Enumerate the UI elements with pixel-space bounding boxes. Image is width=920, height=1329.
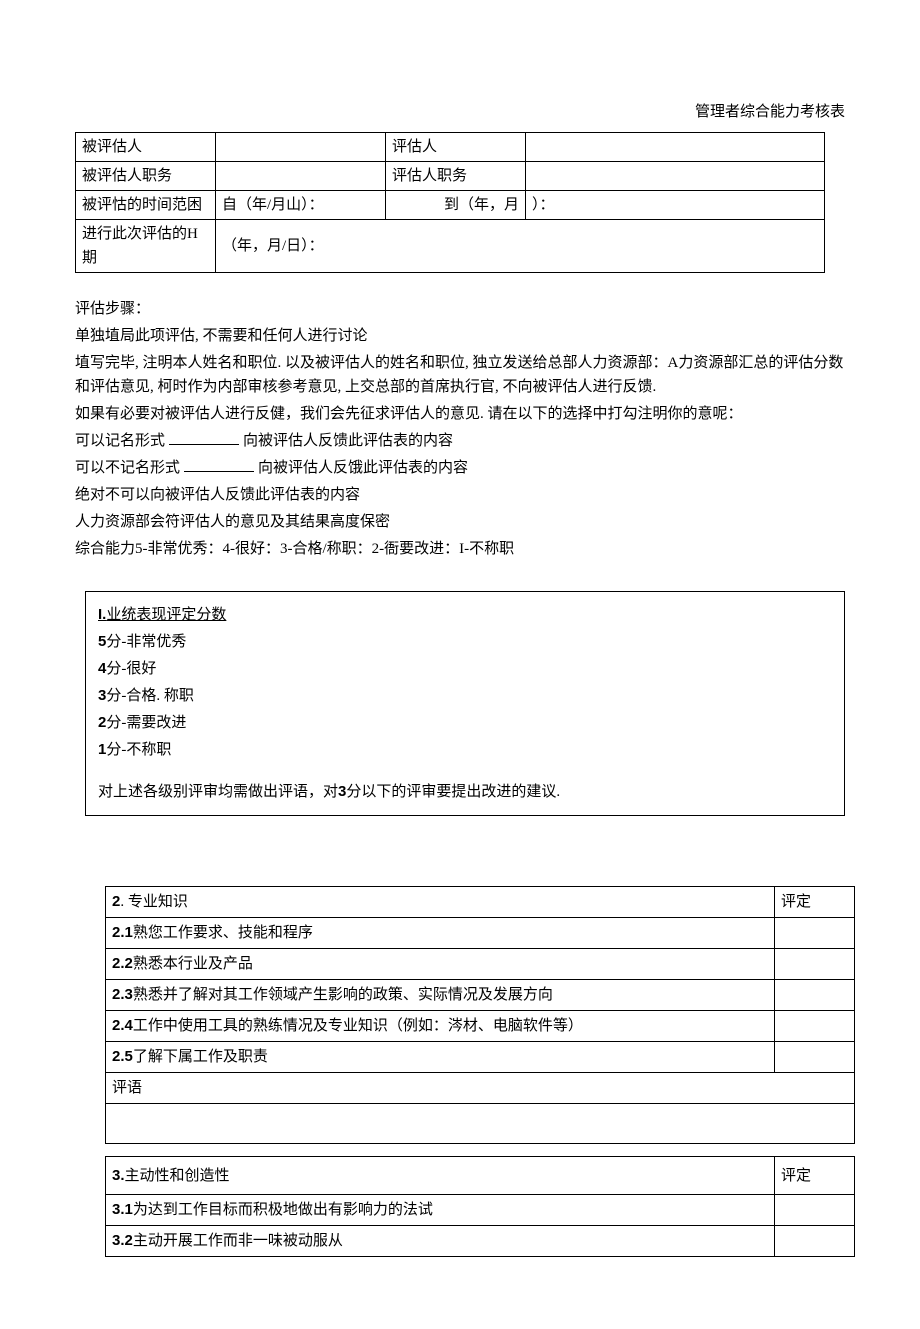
step-text: 可以不记名形式 <box>75 460 180 476</box>
step-line: 如果有必要对被评估人进行反健，我们会先征求评估人的意见. 请在以下的选择中打勾注… <box>75 402 845 426</box>
eval-row: 2.3熟悉并了解对其工作领域产生影响的政策、实际情况及发展方向 <box>106 980 775 1011</box>
step-line: 埴写完毕, 注明本人姓名和职位. 以及被评估人的姓名和职位, 独立发送给总部人力… <box>75 351 845 399</box>
eval-row: 2.1熟您工作要求、技能和程序 <box>106 918 775 949</box>
eval-header-rating: 评定 <box>775 1157 855 1195</box>
eval-header-title: . 专业知识 <box>120 894 188 910</box>
eval-header-no: 3. <box>112 1167 125 1184</box>
eval-header-title: 主动性和创造性 <box>125 1168 230 1184</box>
eval-rating-cell <box>775 918 855 949</box>
eval-row-text: 工作中使用工具的熟练情况及专业知识（例如：涔材、电脑软件等） <box>133 1018 583 1034</box>
blank-line <box>169 444 239 445</box>
eval-table-2: 2. 专业知识 评定 2.1熟您工作要求、技能和程序 2.2熟悉本行业及产品 2… <box>105 886 855 1144</box>
eval-row-no: 2.4 <box>112 1017 133 1034</box>
eval-row-no: 2.2 <box>112 955 133 972</box>
section-1-note: 分以下的评审要提出改进的建议. <box>346 784 560 800</box>
score-text: 分-非常优秀 <box>106 634 186 650</box>
eval-row-text: 熟您工作要求、技能和程序 <box>133 925 313 941</box>
eval-row-no: 2.1 <box>112 924 133 941</box>
eval-rating-cell <box>775 980 855 1011</box>
eval-comment-cell <box>106 1104 855 1144</box>
step-line: 单独埴局此项评估, 不需要和任何人进行讨论 <box>75 324 845 348</box>
eval-row: 3.2主动开展工作而非一味被动服从 <box>106 1226 775 1257</box>
eval-header: 2. 专业知识 <box>106 887 775 918</box>
info-label: 被评怙的时间范困 <box>76 191 216 220</box>
info-value <box>526 133 825 162</box>
info-value <box>526 162 825 191</box>
info-value: ）： <box>526 191 825 220</box>
score-text: 分-很好 <box>106 661 156 677</box>
section-1-box: I.业统表现评定分数 5分-非常优秀 4分-很好 3分-合格. 称职 2分-需要… <box>85 591 845 816</box>
score-text: 分-需要改进 <box>106 715 186 731</box>
step-line: 可以记名形式 向被评估人反馈此评估表的内容 <box>75 429 845 453</box>
eval-header-rating: 评定 <box>775 887 855 918</box>
steps-title: 评估步骤： <box>75 297 845 321</box>
step-text: 可以记名形式 <box>75 433 165 449</box>
info-value <box>216 133 386 162</box>
step-line: 人力资源部会符评估人的意见及其结果高度保密 <box>75 510 845 534</box>
section-1-title: 业统表现评定分数 <box>106 607 226 623</box>
step-text: 向被评估人反馈此评估表的内容 <box>243 433 453 449</box>
eval-table-3: 3.主动性和创造性 评定 3.1为达到工作目标而积极地做出有影响力的法试 3.2… <box>105 1156 855 1257</box>
eval-row-no: 2.3 <box>112 986 133 1003</box>
eval-row-text: 熟悉并了解对其工作领域产生影响的政策、实际情况及发展方向 <box>133 987 553 1003</box>
info-value <box>216 162 386 191</box>
step-text: 向被评估人反饿此评估表的内容 <box>258 460 468 476</box>
eval-row: 2.5了解下属工作及职责 <box>106 1042 775 1073</box>
info-value: （年，月/日）： <box>216 220 825 273</box>
step-text: 综合能力5-非常优秀：4-很好：3-合格/称职：2-衙要改进：I-不称职 <box>75 541 514 557</box>
info-value: 自（年/月山）： <box>216 191 386 220</box>
eval-row: 2.4工作中使用工具的熟练情况及专业知识（例如：涔材、电脑软件等） <box>106 1011 775 1042</box>
eval-rating-cell <box>775 949 855 980</box>
eval-rating-cell <box>775 1195 855 1226</box>
info-label: 进行此次评估的H期 <box>76 220 216 273</box>
blank-line <box>184 471 254 472</box>
info-label: 评估人 <box>386 133 526 162</box>
eval-rating-cell <box>775 1011 855 1042</box>
eval-row-text: 了解下属工作及职责 <box>133 1049 268 1065</box>
info-label: 到（年，月 <box>386 191 526 220</box>
eval-row-text: 主动开展工作而非一味被动服从 <box>133 1233 343 1249</box>
eval-row-no: 2.5 <box>112 1048 133 1065</box>
eval-rating-cell <box>775 1226 855 1257</box>
score-text: 分-合格. 称职 <box>106 688 194 704</box>
eval-comment-label: 评语 <box>106 1073 855 1104</box>
eval-row: 3.1为达到工作目标而积极地做出有影响力的法试 <box>106 1195 775 1226</box>
info-label: 被评估人职务 <box>76 162 216 191</box>
eval-rating-cell <box>775 1042 855 1073</box>
section-1-note: 对上述各级别评审均需做出评语，对 <box>98 784 338 800</box>
step-line: 综合能力5-非常优秀：4-很好：3-合格/称职：2-衙要改进：I-不称职 <box>75 537 845 561</box>
eval-row-text: 为达到工作目标而积极地做出有影响力的法试 <box>133 1202 433 1218</box>
page-title: 管理者综合能力考核表 <box>75 100 845 124</box>
eval-row-no: 3.1 <box>112 1201 133 1218</box>
eval-row: 2.2熟悉本行业及产品 <box>106 949 775 980</box>
score-text: 分-不称职 <box>106 742 171 758</box>
info-label: 被评估人 <box>76 133 216 162</box>
steps-block: 评估步骤： 单独埴局此项评估, 不需要和任何人进行讨论 埴写完毕, 注明本人姓名… <box>75 297 845 561</box>
info-table: 被评估人 评估人 被评估人职务 评估人职务 被评怙的时间范困 自（年/月山）： … <box>75 132 825 273</box>
step-line: 可以不记名形式 向被评估人反饿此评估表的内容 <box>75 456 845 480</box>
eval-row-no: 3.2 <box>112 1232 133 1249</box>
step-line: 绝对不可以向被评估人反馈此评估表的内容 <box>75 483 845 507</box>
eval-row-text: 熟悉本行业及产品 <box>133 956 253 972</box>
info-label: 评估人职务 <box>386 162 526 191</box>
step-text: 埴写完毕, 注明本人姓名和职位. 以及被评估人的姓名和职位, 独立发送给总部人力… <box>75 355 843 395</box>
eval-header: 3.主动性和创造性 <box>106 1157 775 1195</box>
